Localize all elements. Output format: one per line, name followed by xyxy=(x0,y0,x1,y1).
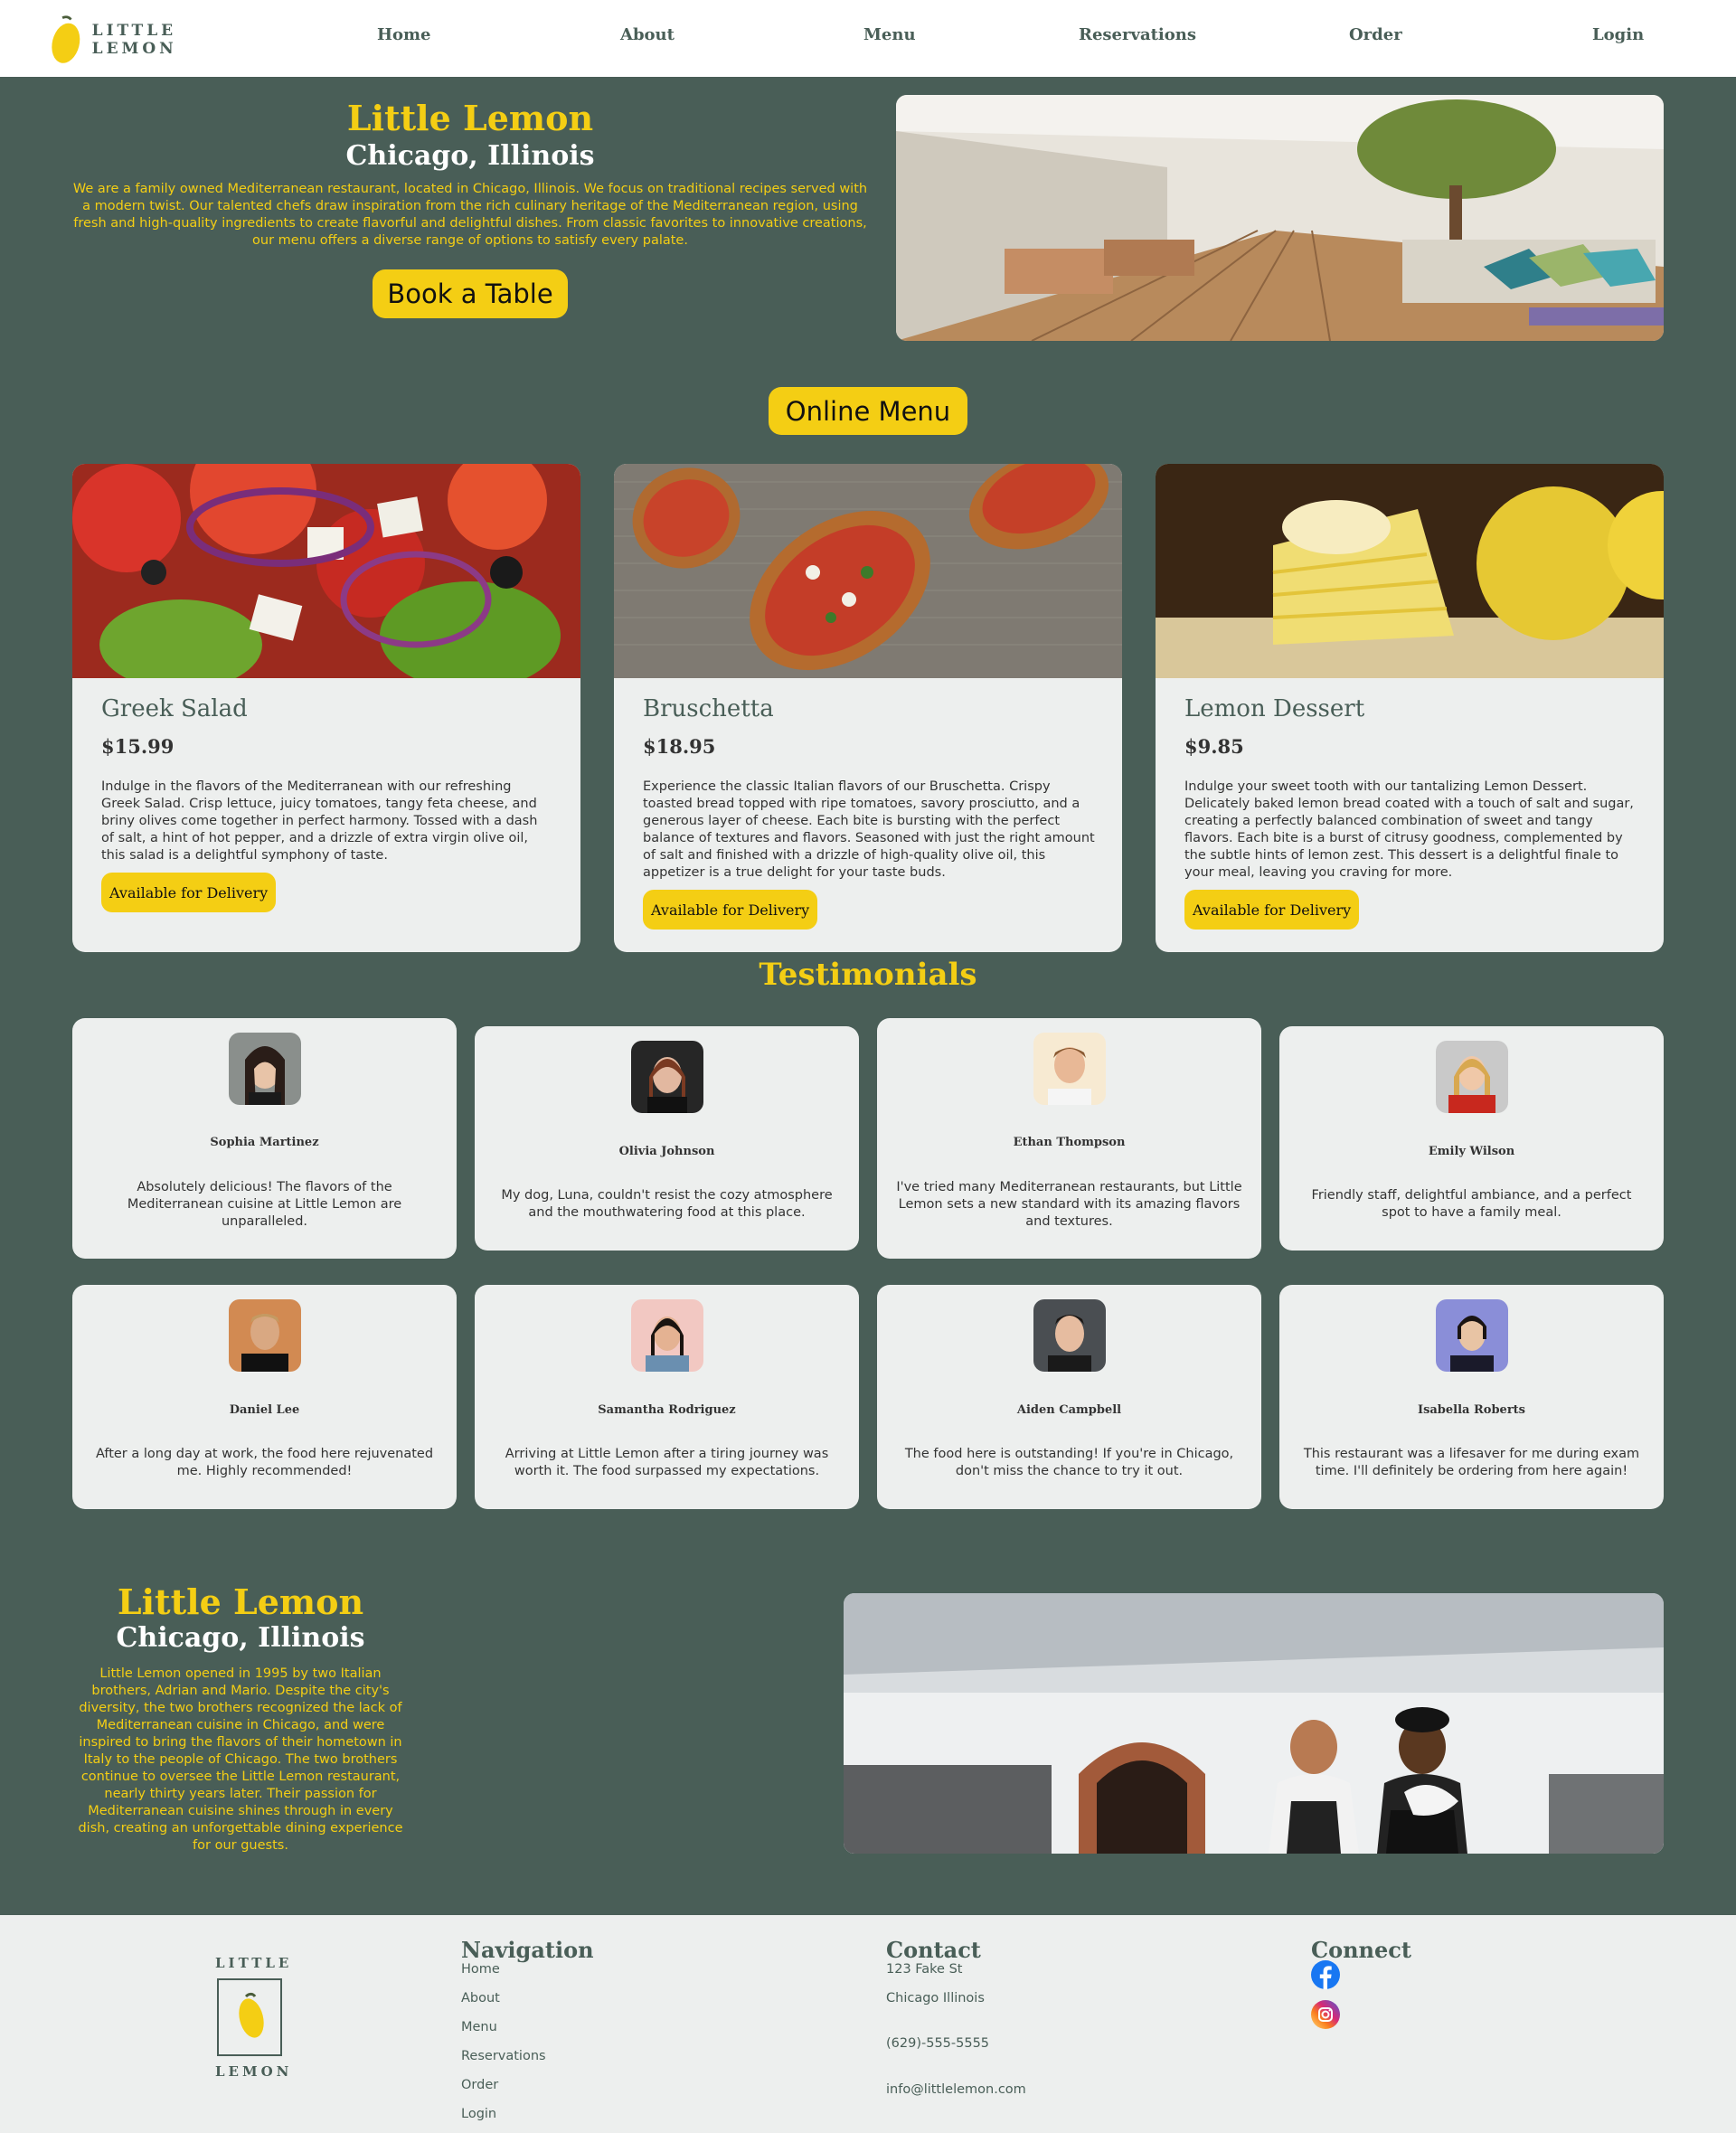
footer-link-home[interactable]: Home xyxy=(461,1962,500,1977)
card-price: $9.85 xyxy=(1184,735,1244,758)
menu-card-lemon-dessert: Lemon Dessert $9.85 Indulge your sweet t… xyxy=(1156,464,1664,952)
delivery-button[interactable]: Available for Delivery xyxy=(1184,890,1360,930)
testimonial-card: Ethan Thompson I've tried many Mediterra… xyxy=(877,1018,1261,1259)
testimonial-name: Sophia Martinez xyxy=(210,1136,319,1149)
footer-link-reservations[interactable]: Reservations xyxy=(461,2049,546,2063)
card-price: $18.95 xyxy=(643,735,716,758)
testimonial-text: Friendly staff, delightful ambiance, and… xyxy=(1311,1188,1632,1220)
contact-email[interactable]: info@littlelemon.com xyxy=(886,2082,1026,2097)
nav-order[interactable]: Order xyxy=(1349,25,1402,44)
delivery-button[interactable]: Available for Delivery xyxy=(643,890,818,930)
book-table-button[interactable]: Book a Table xyxy=(373,269,568,318)
footer-navigation-title: Navigation xyxy=(461,1937,594,1963)
footer-logo-bottom: LEMON xyxy=(215,2063,293,2080)
card-title: Lemon Dessert xyxy=(1184,695,1365,722)
footer: LITTLE LEMON Navigation Home About Menu … xyxy=(0,1915,1736,2133)
hero-restaurant-image xyxy=(896,95,1664,341)
logo-text: LITTLE LEMON xyxy=(91,22,177,58)
testimonial-text: This restaurant was a lifesaver for me d… xyxy=(1303,1447,1640,1478)
avatar xyxy=(631,1299,703,1372)
lemon-dessert-image xyxy=(1156,464,1664,678)
testimonial-card: Daniel Lee After a long day at work, the… xyxy=(72,1285,457,1509)
instagram-icon[interactable] xyxy=(1311,2000,1340,2029)
footer-logo-box xyxy=(217,1978,282,2056)
testimonial-name: Samantha Rodriguez xyxy=(598,1403,736,1417)
contact-phone[interactable]: (629)-555-5555 xyxy=(886,2036,989,2051)
footer-link-order[interactable]: Order xyxy=(461,2078,498,2092)
testimonial-card: Emily Wilson Friendly staff, delightful … xyxy=(1279,1026,1664,1251)
testimonial-text: The food here is outstanding! If you're … xyxy=(904,1447,1234,1478)
footer-logo[interactable]: LITTLE LEMON xyxy=(215,1955,293,2080)
avatar xyxy=(1436,1041,1508,1113)
greek-salad-image xyxy=(72,464,580,690)
nav-login[interactable]: Login xyxy=(1592,25,1644,44)
footer-link-login[interactable]: Login xyxy=(461,2107,496,2121)
testimonial-text: I've tried many Mediterranean restaurant… xyxy=(896,1180,1242,1229)
bruschetta-image xyxy=(614,464,1122,678)
testimonial-card: Aiden Campbell The food here is outstand… xyxy=(877,1285,1261,1509)
avatar xyxy=(631,1041,703,1113)
contact-address: 123 Fake St xyxy=(886,1962,963,1977)
nav-home[interactable]: Home xyxy=(377,25,431,44)
testimonial-text: My dog, Luna, couldn't resist the cozy a… xyxy=(501,1188,833,1220)
footer-connect-title: Connect xyxy=(1311,1937,1411,1963)
card-price: $15.99 xyxy=(101,735,175,758)
card-title: Greek Salad xyxy=(101,695,248,722)
testimonial-card: Isabella Roberts This restaurant was a l… xyxy=(1279,1285,1664,1509)
testimonial-name: Ethan Thompson xyxy=(1013,1136,1126,1149)
testimonial-text: Absolutely delicious! The flavors of the… xyxy=(127,1180,402,1229)
facebook-icon[interactable] xyxy=(1311,1960,1340,1989)
footer-link-menu[interactable]: Menu xyxy=(461,2020,497,2034)
card-description: Indulge in the flavors of the Mediterran… xyxy=(101,779,538,863)
testimonial-name: Emily Wilson xyxy=(1428,1145,1515,1158)
card-title: Bruschetta xyxy=(643,695,774,722)
nav-reservations[interactable]: Reservations xyxy=(1079,25,1196,44)
hero-section: Little Lemon Chicago, Illinois We are a … xyxy=(72,98,868,250)
avatar xyxy=(1033,1033,1106,1105)
contact-city: Chicago Illinois xyxy=(886,1991,985,2006)
hero-title: Little Lemon xyxy=(346,98,594,138)
testimonial-name: Daniel Lee xyxy=(229,1403,300,1417)
hero-subtitle: Chicago, Illinois xyxy=(345,140,595,172)
avatar xyxy=(229,1033,301,1105)
about-section: Little Lemon Chicago, Illinois Little Le… xyxy=(72,1582,409,1855)
menu-card-bruschetta: Bruschetta $18.95 Experience the classic… xyxy=(614,464,1122,952)
lemon-icon xyxy=(52,15,80,63)
card-description: Experience the classic Italian flavors o… xyxy=(643,779,1095,880)
menu-card-greek-salad: Greek Salad $15.99 Indulge in the flavor… xyxy=(72,464,580,952)
lemon-icon xyxy=(239,1992,264,2038)
avatar xyxy=(1436,1299,1508,1372)
about-title: Little Lemon xyxy=(117,1581,364,1622)
footer-contact-title: Contact xyxy=(886,1937,981,1963)
card-description: Indulge your sweet tooth with our tantal… xyxy=(1184,779,1634,880)
footer-logo-top: LITTLE xyxy=(215,1955,293,1971)
hero-description: We are a family owned Mediterranean rest… xyxy=(72,182,868,248)
testimonial-card: Samantha Rodriguez Arriving at Little Le… xyxy=(475,1285,859,1509)
about-description: Little Lemon opened in 1995 by two Itali… xyxy=(78,1666,403,1853)
testimonial-text: Arriving at Little Lemon after a tiring … xyxy=(505,1447,829,1478)
top-navbar: LITTLE LEMON Home About Menu Reservation… xyxy=(0,0,1736,77)
testimonial-name: Isabella Roberts xyxy=(1417,1403,1526,1417)
testimonial-card: Olivia Johnson My dog, Luna, couldn't re… xyxy=(475,1026,859,1251)
testimonial-card: Sophia Martinez Absolutely delicious! Th… xyxy=(72,1018,457,1259)
site-logo[interactable]: LITTLE LEMON xyxy=(51,12,259,68)
testimonial-name: Olivia Johnson xyxy=(618,1145,715,1158)
avatar xyxy=(229,1299,301,1372)
footer-link-about[interactable]: About xyxy=(461,1991,500,2006)
nav-menu[interactable]: Menu xyxy=(863,25,916,44)
delivery-button[interactable]: Available for Delivery xyxy=(101,873,277,912)
testimonial-name: Aiden Campbell xyxy=(1016,1403,1122,1417)
testimonials-title: Testimonials xyxy=(759,957,977,993)
testimonial-text: After a long day at work, the food here … xyxy=(95,1447,434,1478)
nav-about[interactable]: About xyxy=(620,25,675,44)
online-menu-button[interactable]: Online Menu xyxy=(769,387,967,435)
chefs-image xyxy=(844,1593,1664,1854)
avatar xyxy=(1033,1299,1106,1372)
about-subtitle: Chicago, Illinois xyxy=(116,1622,365,1654)
